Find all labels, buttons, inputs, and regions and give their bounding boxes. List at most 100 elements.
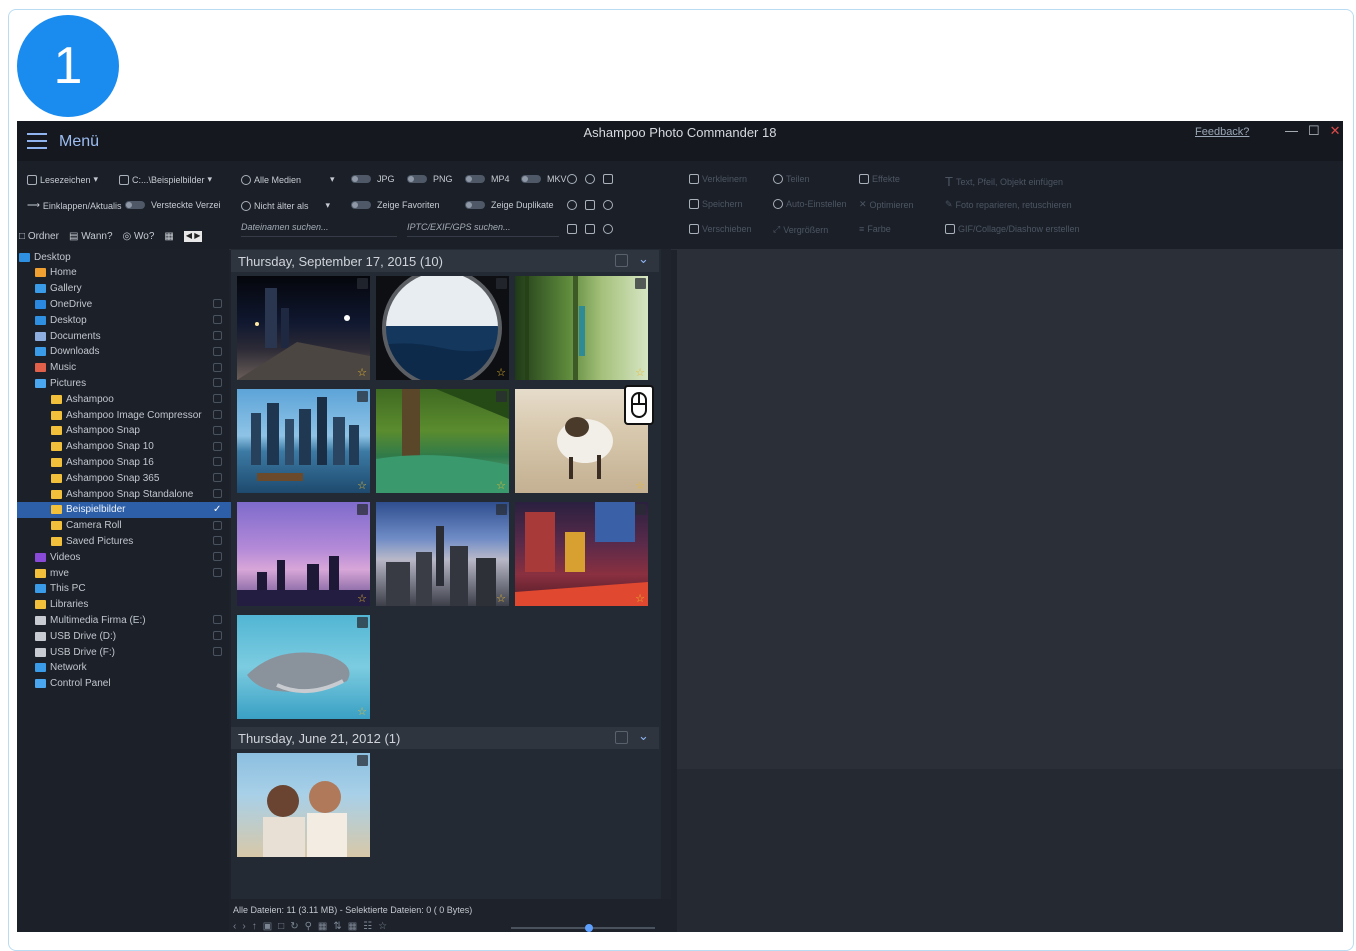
tree-item[interactable]: Network [17, 660, 245, 676]
tab-where[interactable]: ◎ Wo? [123, 231, 155, 242]
create-gif-action[interactable]: GIF/Collage/Diashow erstellen [945, 224, 1080, 234]
toggle-switch[interactable] [125, 201, 145, 209]
maximize-button[interactable]: ☐ [1308, 123, 1320, 139]
show-duplicates-toggle[interactable]: Zeige Duplikate [465, 200, 554, 210]
select-icon[interactable]: □ [278, 921, 284, 932]
tree-item[interactable]: Music [17, 360, 245, 376]
thumb-checkbox[interactable] [496, 391, 507, 402]
collapse-refresh-button[interactable]: ⟶ Einklappen/Aktualis [27, 200, 121, 211]
minimize-button[interactable]: — [1285, 123, 1298, 139]
check-icon[interactable] [585, 224, 595, 234]
up-arrow-icon[interactable]: ↑ [252, 921, 257, 932]
exif-search-input[interactable]: IPTC/EXIF/GPS suchen... [407, 222, 559, 237]
close-button[interactable]: ✕ [1330, 123, 1341, 139]
thumbnail-purple-skyline[interactable]: ☆ [237, 502, 370, 606]
tree-item-checkbox[interactable] [213, 315, 222, 325]
thumbnail-dragonfly[interactable]: ☆ [515, 276, 648, 380]
zoom-icon[interactable]: ⚲ [305, 921, 312, 932]
tree-item-checkbox[interactable] [213, 394, 222, 404]
star-icon[interactable]: ☆ [635, 366, 645, 379]
all-media-dropdown[interactable]: Alle Medien ▾ [241, 174, 335, 185]
toggle-switch[interactable] [407, 175, 427, 183]
resize-action[interactable]: Verkleinern [689, 174, 747, 184]
tree-item[interactable]: Libraries [17, 597, 245, 613]
image-icon[interactable] [603, 174, 613, 184]
settings-icon[interactable] [603, 200, 613, 210]
group-select-checkbox[interactable] [615, 731, 628, 744]
move-action[interactable]: Verschieben [689, 224, 752, 234]
tree-item[interactable]: Gallery [17, 281, 245, 297]
tree-item[interactable]: USB Drive (D:) [17, 628, 245, 644]
gallery-scrollbar[interactable] [661, 249, 671, 899]
toggle-switch[interactable] [521, 175, 541, 183]
tree-item-checkbox[interactable] [213, 536, 222, 546]
tree-item[interactable]: Control Panel [17, 676, 245, 692]
star-icon[interactable]: ☆ [496, 366, 506, 379]
tree-item[interactable]: Multimedia Firma (E:) [17, 612, 245, 628]
tree-item[interactable]: Camera Roll [17, 518, 261, 534]
document-icon[interactable] [585, 200, 595, 210]
view-icon[interactable]: ▣ [263, 921, 272, 932]
tree-item-checkbox[interactable] [213, 457, 222, 467]
group-header[interactable]: Thursday, September 17, 2015 (10) ⌄ [231, 250, 659, 272]
rotate-icon[interactable]: ↻ [290, 921, 298, 932]
filename-search-input[interactable]: Dateinamen suchen... [241, 222, 397, 237]
tree-item[interactable]: Documents [17, 328, 245, 344]
toggle-switch[interactable] [465, 175, 485, 183]
thumb-checkbox[interactable] [357, 278, 368, 289]
filter-png-toggle[interactable]: PNG [407, 174, 453, 184]
share-icon[interactable] [567, 200, 577, 210]
filter-mkv-toggle[interactable]: MKV [521, 174, 567, 184]
toggle-switch[interactable] [351, 201, 371, 209]
tree-item[interactable]: OneDrive [17, 296, 245, 312]
thumbnail-porthole-sea[interactable]: ☆ [376, 276, 509, 380]
rotate-icon[interactable] [567, 174, 577, 184]
feedback-link[interactable]: Feedback? [1195, 126, 1249, 138]
filter-mp4-toggle[interactable]: MP4 [465, 174, 510, 184]
tree-item[interactable]: Downloads [17, 344, 245, 360]
tree-item[interactable]: Home [17, 265, 245, 281]
tree-item[interactable]: Ashampoo Snap 365 [17, 470, 261, 486]
tree-item[interactable]: Desktop [17, 312, 245, 328]
printer-icon[interactable]: ▦ [164, 231, 173, 242]
tree-item[interactable]: Beispielbilder ✓ [17, 501, 261, 518]
star-icon[interactable]: ☆ [357, 705, 367, 718]
enlarge-action[interactable]: ⤢ Vergrößern [773, 224, 828, 235]
sort-icon[interactable]: ⇅ [333, 921, 341, 932]
thumbnail-size-slider[interactable] [511, 924, 655, 932]
tree-item[interactable]: This PC [17, 581, 245, 597]
star-icon[interactable]: ☆ [635, 479, 645, 492]
tree-item-checkbox[interactable] [213, 473, 222, 483]
bookmarks-dropdown[interactable]: Lesezeichen ▾ [27, 174, 98, 185]
tab-when[interactable]: ▤ Wann? [69, 231, 113, 242]
star-icon[interactable]: ☆ [496, 592, 506, 605]
tree-item[interactable]: Ashampoo [17, 391, 261, 407]
thumbnail-couple[interactable] [237, 753, 370, 857]
thumb-checkbox[interactable] [496, 504, 507, 515]
path-dropdown[interactable]: C:...\Beispielbilder ▾ [119, 174, 212, 185]
grid-icon[interactable] [567, 224, 577, 234]
thumbnail-dolphin[interactable]: ☆ [237, 615, 370, 719]
thumbnail-skyline-water[interactable]: ☆ [237, 389, 370, 493]
grid-icon[interactable]: ☷ [363, 921, 372, 932]
tree-item[interactable]: Ashampoo Snap 16 [17, 454, 261, 470]
star-filter-icon[interactable]: ☆ [378, 921, 387, 932]
chevron-down-icon[interactable]: ⌄ [638, 728, 649, 744]
forward-arrow-icon[interactable]: › [242, 921, 245, 932]
thumbnail-city-night[interactable]: ☆ [237, 276, 370, 380]
insert-text-action[interactable]: T Text, Pfeil, Objekt einfügen [945, 174, 1063, 189]
tree-item[interactable]: Saved Pictures [17, 533, 261, 549]
thumb-checkbox[interactable] [496, 278, 507, 289]
tree-item[interactable]: Ashampoo Snap [17, 423, 261, 439]
tree-item-checkbox[interactable] [213, 362, 222, 372]
tree-item-checkbox[interactable]: ✓ [213, 504, 222, 514]
tree-item[interactable]: Videos [17, 549, 245, 565]
refresh-icon[interactable] [585, 174, 595, 184]
tree-nav-arrows[interactable]: ◀ ▶ [183, 231, 203, 242]
star-icon[interactable]: ☆ [357, 366, 367, 379]
tree-item-checkbox[interactable] [213, 441, 222, 451]
tree-item[interactable]: Desktop [17, 249, 229, 265]
thumb-checkbox[interactable] [357, 391, 368, 402]
tree-item-checkbox[interactable] [213, 425, 222, 435]
thumb-checkbox[interactable] [635, 278, 646, 289]
